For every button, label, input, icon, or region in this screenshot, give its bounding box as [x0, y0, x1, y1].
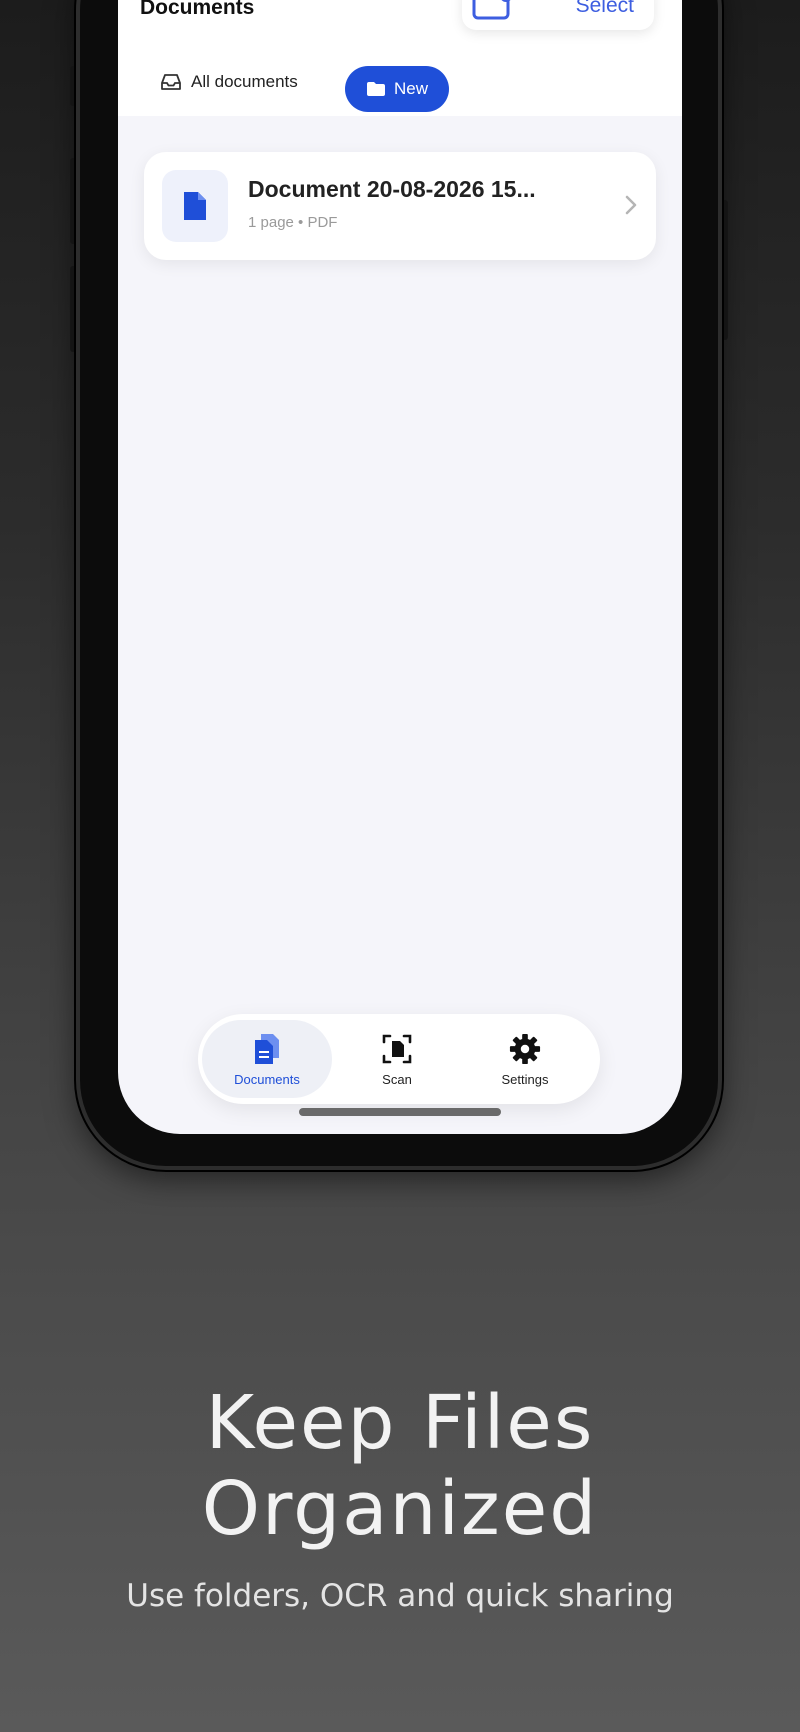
new-folder-chip[interactable]: New	[345, 66, 449, 112]
app-screen: Documents Select All documents New Docum…	[118, 0, 682, 1134]
header-actions: Select	[462, 0, 654, 30]
filter-row: All documents New	[118, 46, 682, 116]
tab-documents[interactable]: Documents	[202, 1020, 332, 1098]
filter-all-documents[interactable]: All documents	[160, 68, 298, 96]
promo-title-line-1: Keep Files	[205, 1380, 595, 1466]
tab-scan-label: Scan	[382, 1071, 412, 1087]
page-title: Documents	[140, 0, 255, 19]
tray-icon	[161, 74, 181, 90]
promo-title-line-2: Organized	[201, 1466, 599, 1552]
app-header: Documents Select	[118, 0, 682, 46]
tab-documents-label: Documents	[234, 1071, 300, 1087]
home-indicator	[299, 1108, 501, 1116]
document-meta: 1 page • PDF	[248, 214, 338, 231]
document-name: Document 20-08-2026 15...	[248, 176, 536, 202]
promo-subtitle: Use folders, OCR and quick sharing	[126, 1578, 674, 1614]
promo-title: Keep Files Organized	[0, 1380, 800, 1552]
gear-icon	[509, 1033, 541, 1064]
tab-scan[interactable]: Scan	[332, 1020, 462, 1098]
new-chip-label: New	[393, 79, 428, 98]
documents-icon	[255, 1033, 279, 1064]
tab-settings[interactable]: Settings	[460, 1020, 590, 1098]
scan-icon	[382, 1034, 412, 1063]
chevron-right-icon	[625, 195, 637, 215]
filter-all-label: All documents	[191, 72, 298, 91]
select-button[interactable]: Select	[576, 0, 634, 18]
add-folder-icon[interactable]	[470, 0, 514, 22]
tab-settings-label: Settings	[501, 1071, 549, 1087]
document-icon	[184, 192, 206, 220]
folder-icon	[366, 82, 385, 96]
bottom-tab-bar: Documents Scan Settings	[198, 1014, 600, 1104]
phone-power-button	[722, 200, 728, 340]
document-list-item[interactable]: Document 20-08-2026 15... 1 page • PDF	[144, 152, 656, 260]
document-thumbnail	[162, 170, 228, 242]
